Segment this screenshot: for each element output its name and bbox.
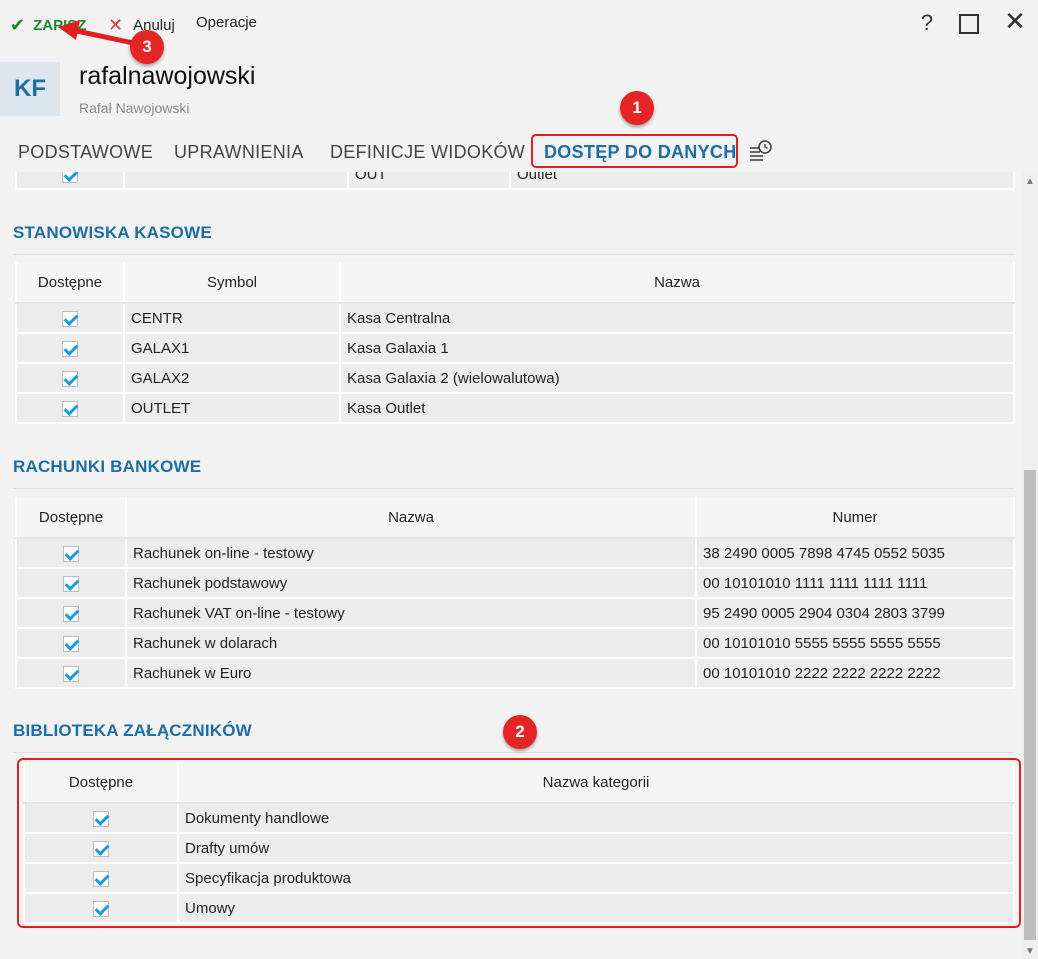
table-row: OUT Outlet: [15, 172, 1015, 190]
operations-menu[interactable]: Operacje: [196, 14, 257, 31]
checkbox[interactable]: [62, 400, 78, 417]
scroll-thumb[interactable]: [1024, 470, 1036, 940]
save-label: ZAPISZ: [33, 17, 87, 34]
checkbox[interactable]: [63, 635, 79, 652]
cell-number: 00 10101010 1111 1111 1111 1111: [695, 568, 1015, 599]
highlight-box-tab: [531, 134, 738, 168]
cell-symbol: OUTLET: [123, 393, 341, 424]
cell-name: Kasa Galaxia 1: [339, 333, 1015, 364]
rachunki-table: Dostępne Nazwa Numer Rachunek on-line - …: [15, 497, 1015, 689]
column-header[interactable]: Nazwa: [339, 262, 1015, 304]
table-row[interactable]: Rachunek w dolarach 00 10101010 5555 555…: [15, 628, 1015, 659]
stanowiska-table: Dostępne Symbol Nazwa CENTR Kasa Central…: [15, 262, 1015, 424]
column-header[interactable]: Nazwa: [125, 497, 697, 539]
scroll-down-icon[interactable]: ▼: [1025, 946, 1035, 957]
divider: [13, 254, 1015, 255]
scroll-up-icon[interactable]: ▲: [1025, 176, 1035, 187]
close-window-button[interactable]: ✕: [1002, 6, 1028, 37]
cell-name: Rachunek w Euro: [125, 658, 697, 689]
tab-bar: PODSTAWOWE UPRAWNIENIA DEFINICJE WIDOKÓW…: [0, 132, 1038, 173]
checkmark-icon: ✔: [10, 15, 26, 35]
table-row[interactable]: Rachunek w Euro 00 10101010 2222 2222 22…: [15, 658, 1015, 689]
cell-name: Rachunek w dolarach: [125, 628, 697, 659]
cell-symbol: CENTR: [123, 303, 341, 334]
tab-podstawowe[interactable]: PODSTAWOWE: [18, 142, 153, 163]
tab-uprawnienia[interactable]: UPRAWNIENIA: [174, 142, 304, 163]
annotation-badge-3: 3: [130, 30, 164, 64]
maximize-button[interactable]: [956, 10, 982, 40]
cell-symbol: GALAX1: [123, 333, 341, 364]
table-row[interactable]: GALAX2 Kasa Galaxia 2 (wielowalutowa): [15, 363, 1015, 394]
column-header[interactable]: Dostępne: [15, 497, 127, 539]
content-area: OUT Outlet STANOWISKA KASOWE Dostępne Sy…: [0, 172, 1022, 959]
checkbox[interactable]: [62, 172, 78, 183]
cell-name: Rachunek on-line - testowy: [125, 538, 697, 569]
table-row[interactable]: Rachunek VAT on-line - testowy 95 2490 0…: [15, 598, 1015, 629]
column-header[interactable]: Symbol: [123, 262, 341, 304]
column-header[interactable]: Numer: [695, 497, 1015, 539]
column-header[interactable]: Dostępne: [15, 262, 125, 304]
partial-table: OUT Outlet: [15, 172, 1015, 190]
table-row[interactable]: GALAX1 Kasa Galaxia 1: [15, 333, 1015, 364]
table-row[interactable]: OUTLET Kasa Outlet: [15, 393, 1015, 424]
vertical-scrollbar[interactable]: ▲ ▼: [1022, 172, 1038, 959]
cell-number: 00 10101010 2222 2222 2222 2222: [695, 658, 1015, 689]
divider: [13, 488, 1015, 489]
save-button[interactable]: ✔ ZAPISZ: [10, 14, 86, 35]
checkbox[interactable]: [63, 605, 79, 622]
annotation-badge-1: 1: [620, 91, 654, 125]
annotation-badge-2: 2: [503, 715, 537, 749]
checkbox[interactable]: [63, 575, 79, 592]
highlight-box-biblioteka: [17, 758, 1021, 928]
close-x-icon: ✕: [108, 15, 124, 35]
section-title-biblioteka: BIBLIOTEKA ZAŁĄCZNIKÓW: [13, 721, 252, 740]
cell-number: 00 10101010 5555 5555 5555 5555: [695, 628, 1015, 659]
cell-name: Kasa Galaxia 2 (wielowalutowa): [339, 363, 1015, 394]
checkbox[interactable]: [62, 370, 78, 387]
username: rafalnawojowski: [79, 62, 256, 90]
avatar: KF: [0, 62, 60, 116]
section-title-rachunki: RACHUNKI BANKOWE: [13, 457, 202, 476]
cell-name: Rachunek podstawowy: [125, 568, 697, 599]
cell-number: 38 2490 0005 7898 4745 0552 5035: [695, 538, 1015, 569]
table-row[interactable]: Rachunek on-line - testowy 38 2490 0005 …: [15, 538, 1015, 569]
cell-name: Rachunek VAT on-line - testowy: [125, 598, 697, 629]
table-row[interactable]: Rachunek podstawowy 00 10101010 1111 111…: [15, 568, 1015, 599]
table-row[interactable]: CENTR Kasa Centralna: [15, 303, 1015, 334]
checkbox[interactable]: [63, 665, 79, 682]
checkbox[interactable]: [63, 545, 79, 562]
cell-number: 95 2490 0005 2904 0304 2803 3799: [695, 598, 1015, 629]
checkbox[interactable]: [62, 340, 78, 357]
checkbox[interactable]: [62, 310, 78, 327]
close-icon: ✕: [1004, 6, 1026, 36]
cell-name: Kasa Outlet: [339, 393, 1015, 424]
cell-symbol: GALAX2: [123, 363, 341, 394]
cell-symbol: OUT: [347, 172, 511, 190]
maximize-icon: [959, 14, 979, 34]
cell-name: Outlet: [509, 172, 1015, 190]
history-icon[interactable]: [749, 139, 773, 163]
cell-name: Kasa Centralna: [339, 303, 1015, 334]
tab-definicje-widokow[interactable]: DEFINICJE WIDOKÓW: [330, 142, 525, 163]
help-button[interactable]: ?: [914, 10, 940, 36]
user-full-name: Rafał Nawojowski: [79, 100, 190, 116]
divider: [13, 752, 1015, 753]
section-title-stanowiska: STANOWISKA KASOWE: [13, 223, 212, 242]
